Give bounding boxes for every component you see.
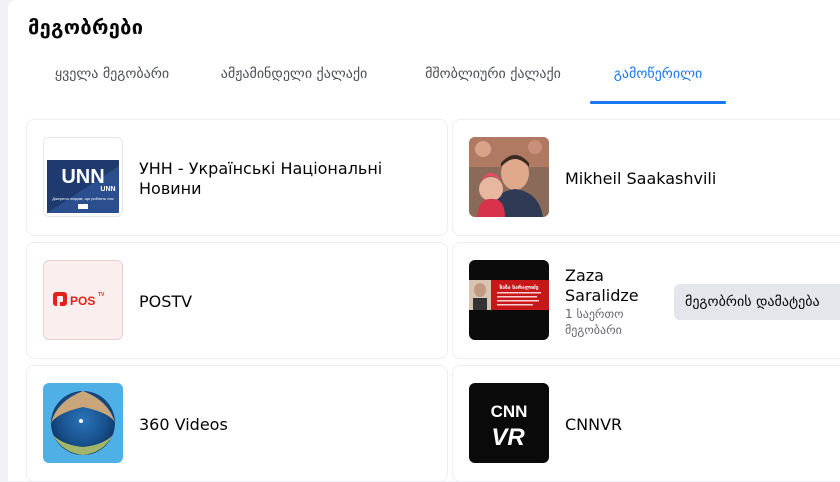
svg-text:UNN: UNN (100, 186, 115, 193)
friend-card-360videos[interactable]: 360 Videos (26, 365, 448, 482)
friends-panel: მეგობრები ყველა მეგობარი ამჟამინდელი ქალ… (8, 0, 840, 482)
svg-text:ზაზა სარალიძე: ზაზა სარალიძე (499, 284, 538, 291)
avatar[interactable]: ზაზა სარალიძე (469, 260, 549, 340)
tab-hometown[interactable]: მშობლიური ქალაქი (408, 64, 578, 104)
postv-logo[interactable]: POS TV (43, 260, 123, 340)
avatar[interactable] (469, 137, 549, 217)
friend-name[interactable]: УНН - Українські Національні Новини (139, 159, 419, 199)
friend-card-postv[interactable]: POS TV POSTV (26, 242, 448, 359)
svg-text:TV: TV (98, 292, 105, 298)
tab-all-friends[interactable]: ყველა მეგობარი (42, 64, 182, 104)
friend-name[interactable]: POSTV (139, 292, 192, 312)
mutual-friends-count: 1 საერთო მეგობარი (565, 307, 624, 337)
tab-following[interactable]: გამოწერილი (590, 64, 726, 104)
friend-card-saralidze[interactable]: ზაზა სარალიძე Zaza Saralidze 1 საერთო მე… (452, 242, 840, 359)
friend-name[interactable]: Zaza Saralidze (565, 266, 655, 306)
tab-current-city[interactable]: ამჟამინდელი ქალაქი (204, 64, 384, 104)
friend-card-unn[interactable]: UNN UNN Джерело людям, що роблять нас УН… (26, 119, 448, 236)
page-title: მეგობრები (28, 15, 144, 39)
svg-text:CNN: CNN (491, 402, 528, 421)
friend-card-saakashvili[interactable]: Mikheil Saakashvili (452, 119, 840, 236)
add-friend-button[interactable]: მეგობრის დამატება (674, 284, 840, 320)
cnnvr-logo[interactable]: CNN VR (469, 383, 549, 463)
svg-text:POS: POS (70, 294, 95, 308)
svg-text:UNN: UNN (61, 166, 104, 188)
friend-name[interactable]: Mikheil Saakashvili (565, 169, 716, 189)
friend-card-cnnvr[interactable]: CNN VR CNNVR (452, 365, 840, 482)
avatar[interactable] (43, 383, 123, 463)
friend-name[interactable]: CNNVR (565, 415, 622, 435)
friend-name[interactable]: 360 Videos (139, 415, 228, 435)
svg-text:Джерело людям, що роблять нас: Джерело людям, що роблять нас (52, 196, 113, 201)
unn-logo[interactable]: UNN UNN Джерело людям, що роблять нас (43, 137, 123, 217)
svg-text:VR: VR (491, 424, 525, 451)
